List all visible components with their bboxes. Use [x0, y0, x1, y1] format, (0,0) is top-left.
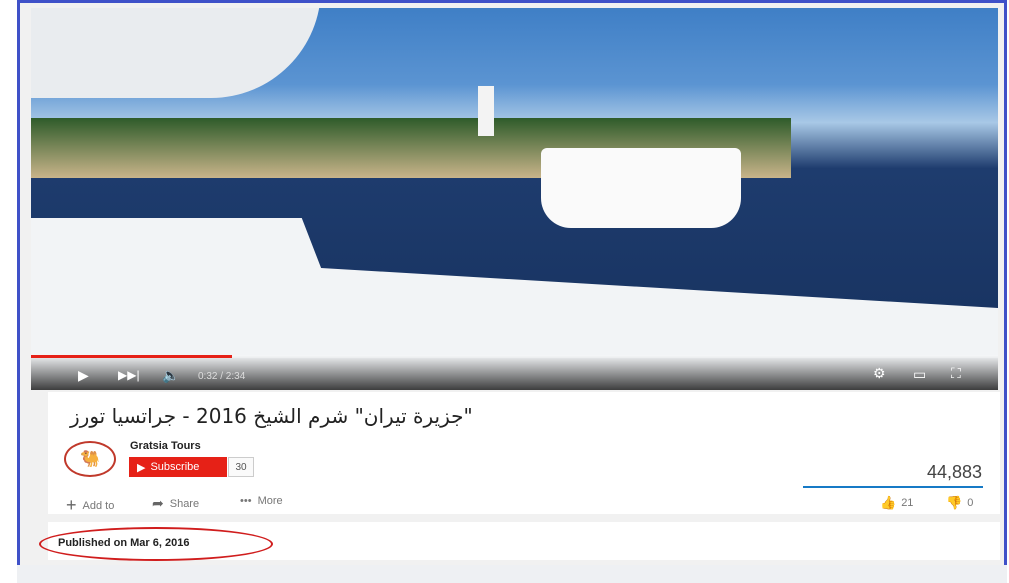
time-display: 0:32 / 2:34	[198, 371, 246, 382]
channel-logo[interactable]: 🐫	[64, 441, 116, 477]
video-canopy	[31, 8, 321, 98]
subscriber-count: 30	[228, 457, 254, 477]
bottom-strip	[17, 565, 1007, 583]
like-ratio-bar	[803, 486, 983, 488]
subscribe-label: Subscribe	[150, 461, 200, 473]
volume-icon[interactable]: 🔈	[162, 367, 179, 384]
more-button[interactable]: ••• More	[240, 495, 283, 507]
dislike-button[interactable]: 👎 0	[946, 495, 973, 511]
thumbs-down-icon: 👎	[946, 495, 963, 510]
share-label: Share	[169, 497, 200, 510]
play-icon[interactable]: ▶	[78, 367, 89, 384]
progress-bar[interactable]	[31, 355, 998, 358]
theater-mode-icon[interactable]: ▭	[913, 366, 926, 383]
add-to-button[interactable]: + Add to	[66, 495, 114, 516]
ellipsis-icon: •••	[240, 495, 252, 507]
subscribe-button[interactable]: ▶ Subscribe	[129, 457, 227, 477]
like-count: 21	[901, 497, 914, 509]
plus-icon: +	[66, 495, 77, 515]
fullscreen-icon[interactable]: ⛶	[951, 365, 961, 382]
view-count: 44,883	[926, 462, 982, 482]
channel-name[interactable]: Gratsia Tours	[130, 440, 201, 452]
more-label: More	[257, 495, 283, 507]
annotation-oval	[39, 527, 273, 561]
share-button[interactable]: ➦ Share	[152, 495, 199, 512]
add-to-label: Add to	[82, 499, 115, 512]
share-icon: ➦	[152, 495, 164, 511]
progress-fill	[31, 355, 232, 358]
dislike-count: 0	[967, 497, 974, 509]
video-lighthouse	[478, 86, 494, 136]
video-boat	[541, 148, 741, 228]
camel-icon: 🐫	[80, 451, 100, 468]
settings-icon[interactable]: ⚙	[873, 365, 886, 382]
next-icon[interactable]: ▶▶|	[118, 368, 140, 382]
youtube-play-icon: ▶	[137, 461, 146, 474]
video-title: "جزيرة تيران" شرم الشيخ 2016 - جراتسيا ت…	[70, 404, 473, 428]
video-player[interactable]	[31, 8, 998, 390]
like-button[interactable]: 👍 21	[880, 495, 913, 511]
thumbs-up-icon: 👍	[880, 495, 897, 510]
